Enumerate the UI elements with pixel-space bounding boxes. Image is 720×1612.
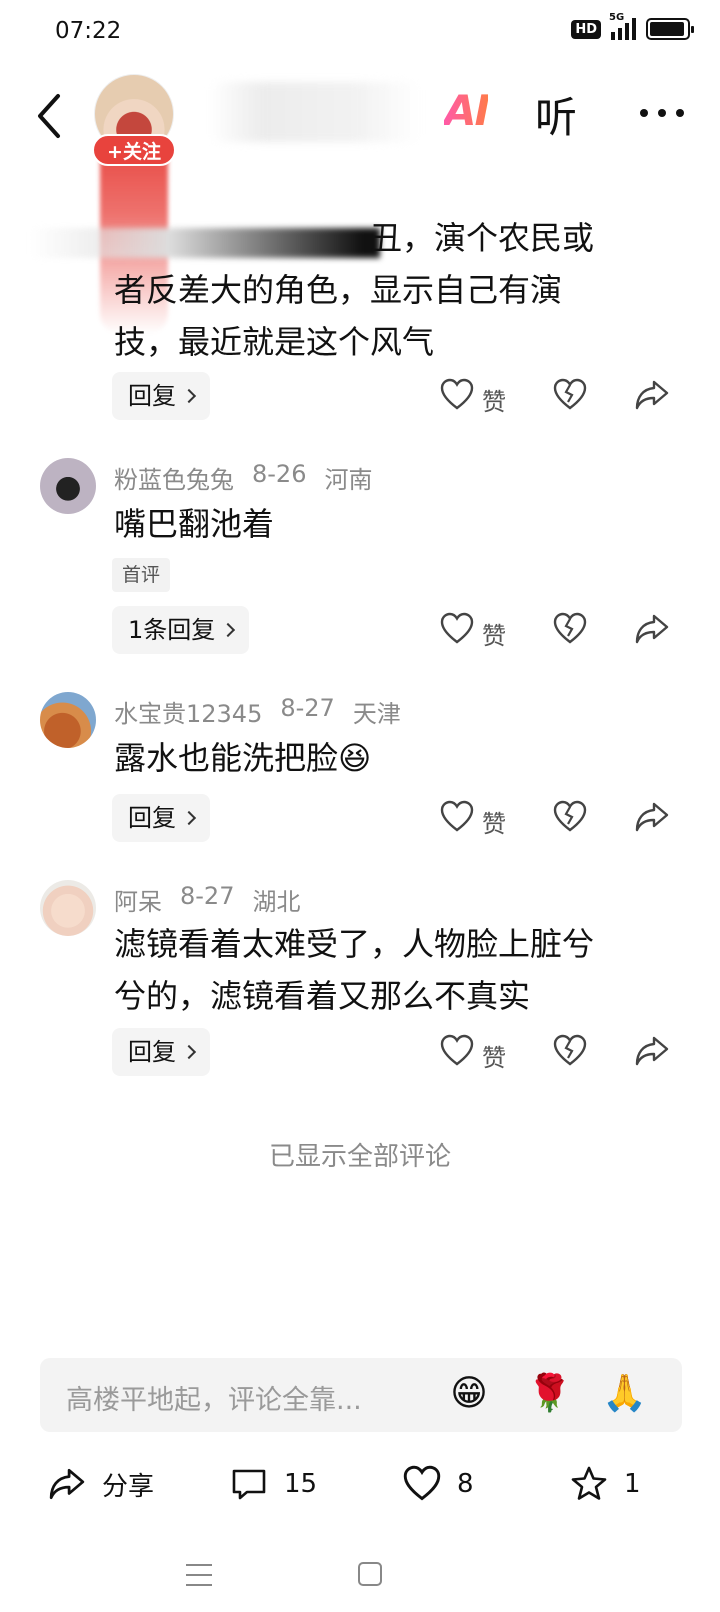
share-label: 分享	[102, 1471, 155, 1502]
avatar[interactable]	[40, 692, 96, 748]
like-button[interactable]: 8	[403, 1465, 474, 1503]
blurred-title	[210, 82, 420, 142]
comment-username[interactable]: 水宝贵12345	[114, 694, 262, 729]
more-icon[interactable]	[640, 109, 684, 119]
comment-text: 露水也能洗把脸😆	[114, 739, 372, 777]
avatar[interactable]	[40, 458, 96, 514]
comment-date: 8-27	[280, 694, 335, 722]
favorite-button[interactable]: 1	[570, 1465, 641, 1503]
back-icon[interactable]	[32, 90, 72, 142]
heart-icon[interactable]	[440, 800, 474, 834]
grin-emoji-button[interactable]: 😁	[448, 1373, 490, 1415]
comment-actions: 赞	[440, 372, 680, 420]
share-arrow-icon[interactable]	[634, 612, 670, 646]
comment-meta: 粉蓝色兔兔 8-26 河南	[114, 460, 372, 495]
listen-button[interactable]: 听	[535, 84, 577, 145]
comment-actions: 赞	[440, 606, 680, 654]
like-label[interactable]: 赞	[482, 804, 506, 839]
broken-heart-icon[interactable]	[553, 612, 587, 646]
heart-icon	[403, 1465, 441, 1501]
chevron-right-icon	[181, 1044, 197, 1060]
hd-icon: HD	[571, 19, 601, 39]
broken-heart-icon[interactable]	[553, 378, 587, 412]
comment-location: 河南	[324, 466, 373, 494]
like-label[interactable]: 赞	[482, 382, 506, 417]
ai-icon[interactable]: AI	[444, 86, 490, 135]
follow-button[interactable]: +关注	[92, 134, 176, 166]
chevron-right-icon	[181, 810, 197, 826]
heart-icon[interactable]	[440, 1034, 474, 1068]
first-comment-tag: 首评	[112, 558, 171, 592]
reply-button[interactable]: 1条回复	[112, 606, 250, 654]
status-time: 07:22	[55, 18, 122, 44]
chevron-right-icon	[181, 388, 197, 404]
like-label[interactable]: 赞	[482, 1038, 506, 1073]
comment-text-line: 技，最近就是这个风气	[114, 323, 435, 361]
laughing-emoji: 😆	[338, 739, 372, 777]
favorite-count: 1	[624, 1469, 641, 1499]
nav-header: +关注 AI 听	[0, 64, 720, 334]
chevron-right-icon	[221, 622, 236, 638]
comment-location: 天津	[352, 700, 401, 728]
comment-text-line: 丑，演个农民或	[370, 219, 595, 257]
reply-button[interactable]: 回复	[112, 794, 210, 842]
heart-icon[interactable]	[440, 378, 474, 412]
star-icon	[571, 1466, 607, 1500]
comment-text-line: 滤镜看着太难受了，人物脸上脏兮	[114, 925, 595, 963]
system-navigation-bar	[0, 1550, 720, 1612]
comment-button[interactable]: 15	[230, 1465, 317, 1503]
reply-button[interactable]: 回复	[112, 1028, 210, 1076]
comment-text-line: 者反差大的角色，显示自己有演	[114, 271, 563, 309]
like-count: 8	[457, 1469, 474, 1499]
comment-icon	[232, 1469, 266, 1500]
comment-input-placeholder: 高楼平地起，评论全靠...	[66, 1385, 362, 1416]
broken-heart-icon[interactable]	[553, 800, 587, 834]
comment-input[interactable]: 高楼平地起，评论全靠... 😁 🌹 🙏	[40, 1358, 682, 1432]
signal-icon: 5G	[609, 12, 636, 40]
avatar[interactable]	[40, 880, 96, 936]
share-button[interactable]: 分享	[48, 1465, 154, 1503]
status-icons: HD 5G	[571, 12, 694, 40]
blurred-text	[30, 228, 380, 258]
status-bar: 07:22 HD 5G	[0, 0, 720, 64]
share-arrow-icon[interactable]	[634, 1034, 670, 1068]
comment-username[interactable]: 粉蓝色兔兔	[114, 460, 234, 495]
pray-emoji-button[interactable]: 🙏	[602, 1373, 647, 1415]
share-arrow-icon[interactable]	[634, 800, 670, 834]
broken-heart-icon[interactable]	[553, 1034, 587, 1068]
heart-icon[interactable]	[440, 612, 474, 646]
share-arrow-icon[interactable]	[634, 378, 670, 412]
author-avatar-group: +关注	[92, 74, 176, 334]
comment-count: 15	[284, 1469, 318, 1499]
comment-location: 湖北	[252, 888, 301, 916]
bottom-action-bar: 分享 15 8 1	[0, 1455, 720, 1525]
reply-button[interactable]: 回复	[112, 372, 210, 420]
comment-actions: 赞	[440, 1028, 680, 1076]
share-arrow-icon	[49, 1468, 85, 1500]
comment-meta: 阿呆 8-27 湖北	[114, 882, 300, 917]
home-icon[interactable]	[358, 1562, 382, 1586]
rose-emoji-button[interactable]: 🌹	[527, 1373, 572, 1415]
comment-text-line: 兮的，滤镜看着又那么不真实	[114, 977, 531, 1015]
comment-actions: 赞	[440, 794, 680, 842]
battery-icon	[646, 18, 694, 40]
comment-date: 8-26	[252, 460, 307, 488]
comment-date: 8-27	[180, 882, 235, 910]
comment-meta: 水宝贵12345 8-27 天津	[114, 694, 401, 729]
like-label[interactable]: 赞	[482, 616, 506, 651]
all-comments-shown-label: 已显示全部评论	[268, 1142, 451, 1172]
comment-text: 嘴巴翻池着	[114, 505, 275, 543]
menu-icon[interactable]	[186, 1564, 212, 1586]
comment-username[interactable]: 阿呆	[114, 882, 162, 917]
